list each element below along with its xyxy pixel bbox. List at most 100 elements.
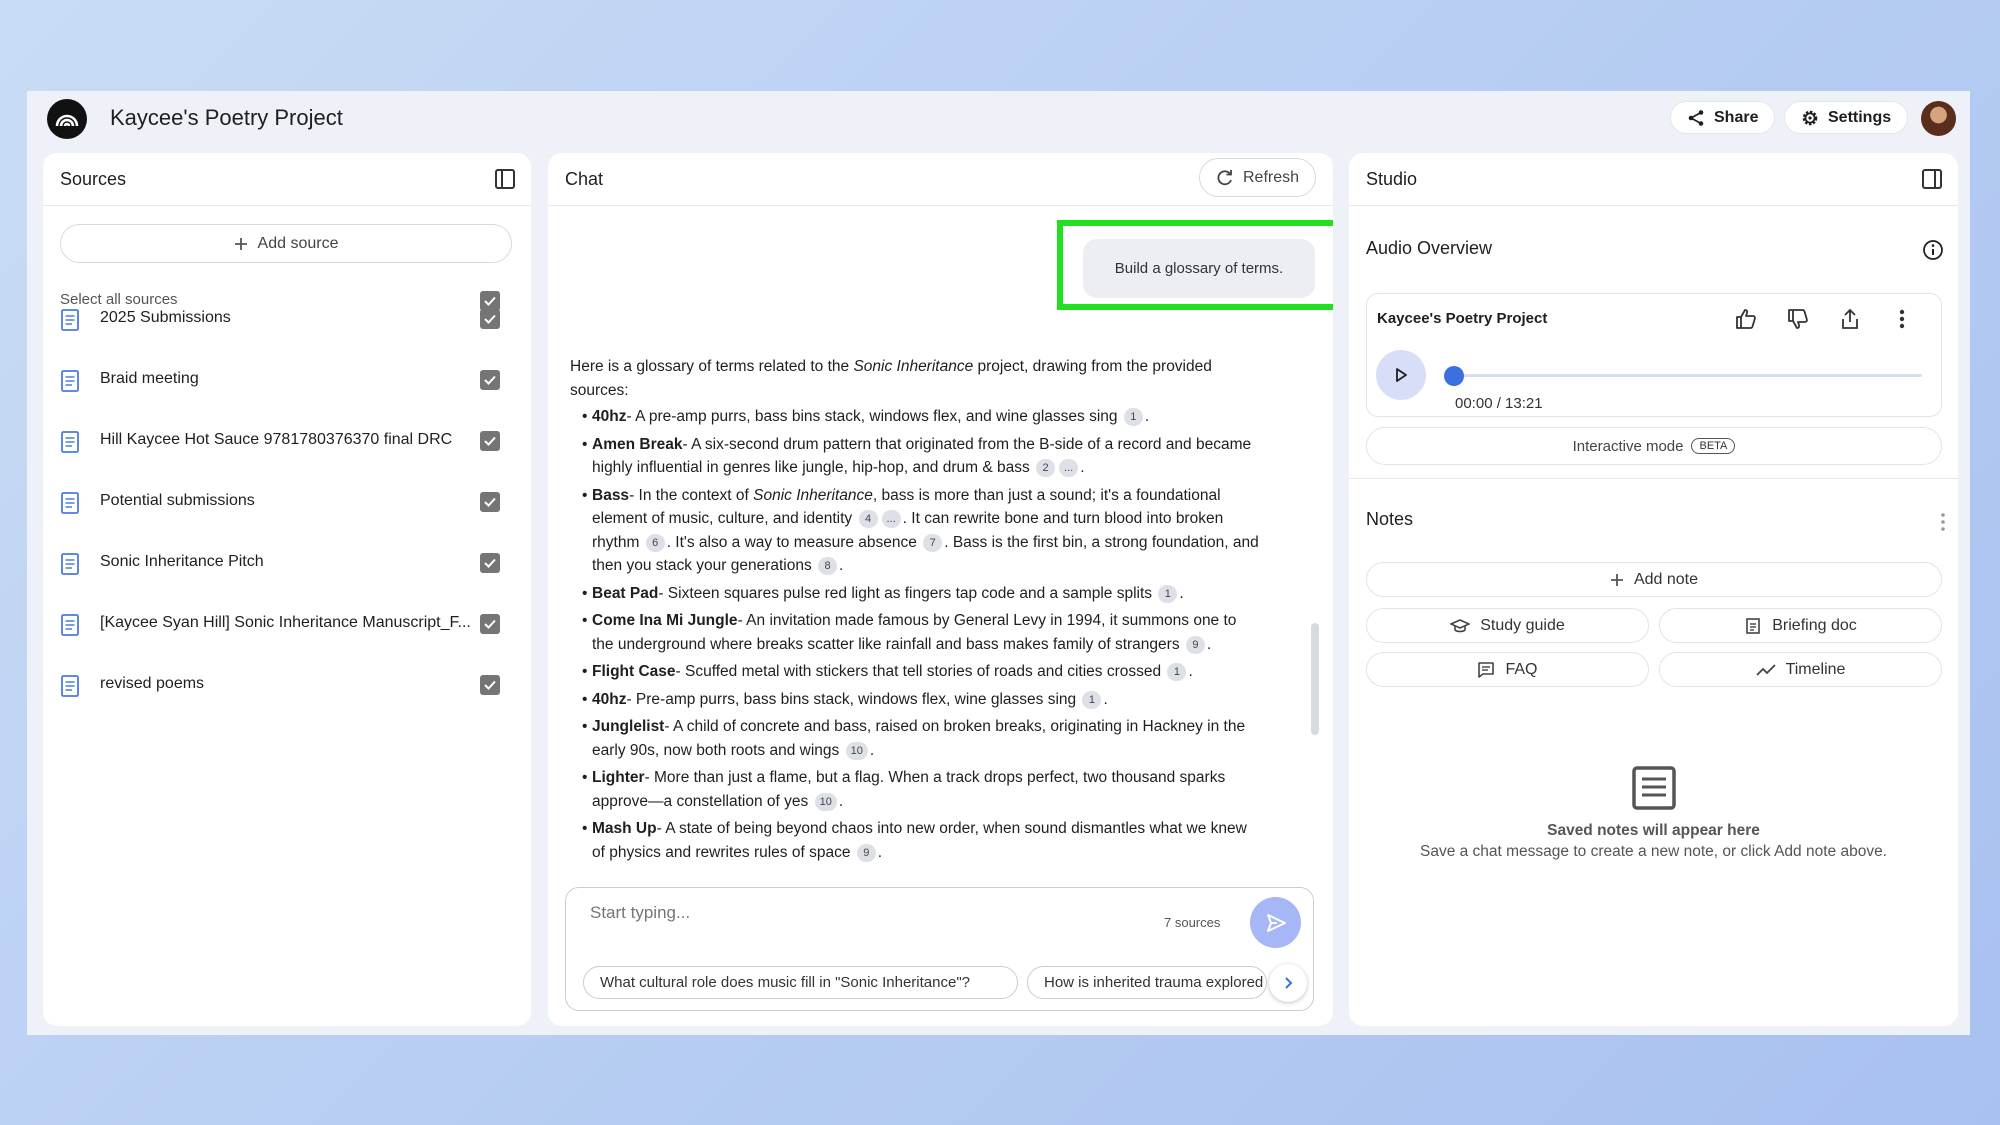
add-note-label: Add note bbox=[1633, 570, 1699, 588]
more-vert-icon[interactable] bbox=[1887, 304, 1917, 334]
assistant-answer: Here is a glossary of terms related to t… bbox=[570, 355, 1260, 883]
sources-count: 7 sources bbox=[1164, 915, 1221, 930]
citation-chip[interactable]: 4 bbox=[858, 510, 878, 528]
notebook-title[interactable]: Kaycee's Poetry Project bbox=[110, 105, 343, 131]
chat-title: Chat bbox=[565, 169, 604, 189]
document-icon bbox=[61, 614, 79, 636]
studio-panel: Studio Audio Overview Kaycee's Poetry Pr… bbox=[1349, 153, 1958, 1026]
citation-chip[interactable]: 9 bbox=[856, 843, 876, 862]
citation-chip[interactable]: 10 bbox=[814, 792, 837, 811]
citation-chip[interactable]: 2 bbox=[1036, 459, 1056, 477]
suggestion-chip[interactable]: What cultural role does music fill in "S… bbox=[583, 966, 1018, 999]
logo-icon[interactable] bbox=[47, 99, 87, 139]
source-checkbox[interactable] bbox=[480, 614, 500, 634]
source-item-label: revised poems bbox=[100, 675, 205, 692]
citation-chip[interactable]: 9 bbox=[1185, 635, 1205, 654]
glossary-item: Amen Break- A six-second drum pattern th… bbox=[570, 433, 1260, 480]
glossary-item: 40hz- A pre-amp purrs, bass bins stack, … bbox=[570, 405, 1260, 429]
source-checkbox[interactable] bbox=[480, 370, 500, 390]
citation-chip[interactable]: 1 bbox=[1167, 663, 1187, 681]
citation-chip[interactable]: 6 bbox=[645, 533, 665, 552]
plus-icon bbox=[234, 237, 247, 250]
source-item-label: Hill Kaycee Hot Sauce 9781780376370 fina… bbox=[100, 431, 453, 448]
source-checkbox[interactable] bbox=[480, 675, 500, 695]
glossary-item: 40hz- Pre-amp purrs, bass bins stack, wi… bbox=[570, 688, 1260, 712]
suggestion-chip[interactable]: How is inherited trauma explored bbox=[1027, 966, 1267, 999]
sources-header: Sources bbox=[43, 153, 531, 206]
source-checkbox[interactable] bbox=[480, 553, 500, 573]
share-icon bbox=[1688, 109, 1704, 126]
refresh-icon bbox=[1217, 169, 1232, 185]
source-checkbox[interactable] bbox=[480, 492, 500, 512]
checkbox-icon bbox=[484, 436, 496, 446]
share-button[interactable]: Share bbox=[1670, 101, 1776, 134]
source-checkbox[interactable] bbox=[480, 431, 500, 451]
more-vert-icon[interactable] bbox=[1928, 507, 1958, 537]
faq-label: FAQ bbox=[1505, 660, 1538, 678]
notes-empty-subtitle: Save a chat message to create a new note… bbox=[1419, 843, 1887, 860]
chat-scrollbar[interactable] bbox=[1311, 623, 1319, 735]
avatar[interactable] bbox=[1921, 101, 1956, 136]
checkbox-icon bbox=[484, 680, 496, 690]
add-note-button[interactable]: Add note bbox=[1366, 562, 1942, 597]
document-icon bbox=[61, 492, 79, 514]
sources-title: Sources bbox=[60, 169, 127, 189]
panel-toggle-icon[interactable] bbox=[490, 164, 520, 194]
timeline-button[interactable]: Timeline bbox=[1659, 652, 1942, 687]
checkbox-icon bbox=[484, 558, 496, 568]
audio-progress-track[interactable] bbox=[1447, 374, 1922, 377]
suggestions-next-button[interactable] bbox=[1269, 964, 1307, 1002]
info-icon[interactable] bbox=[1918, 235, 1948, 265]
source-checkbox[interactable] bbox=[480, 309, 500, 329]
thumbs-down-icon[interactable] bbox=[1783, 304, 1813, 334]
document-icon bbox=[61, 370, 79, 392]
glossary-item: Junglelist- A child of concrete and bass… bbox=[570, 715, 1260, 762]
share-out-icon[interactable] bbox=[1835, 304, 1865, 334]
citation-chip[interactable]: 8 bbox=[818, 557, 838, 575]
sources-panel: Sources Add source Select all sources 20… bbox=[43, 153, 531, 1026]
document-icon bbox=[61, 553, 79, 575]
study-guide-button[interactable]: Study guide bbox=[1366, 608, 1649, 643]
thumbs-up-icon[interactable] bbox=[1731, 304, 1761, 334]
audio-progress-thumb[interactable] bbox=[1444, 366, 1464, 386]
send-button[interactable] bbox=[1250, 897, 1301, 948]
interactive-mode-button[interactable]: Interactive mode BETA bbox=[1366, 427, 1942, 465]
document-icon bbox=[61, 431, 79, 453]
glossary-item: Bass- In the context of Sonic Inheritanc… bbox=[570, 484, 1260, 578]
audio-card-title: Kaycee's Poetry Project bbox=[1377, 310, 1548, 327]
citation-chip[interactable]: ... bbox=[881, 510, 901, 528]
briefing-doc-button[interactable]: Briefing doc bbox=[1659, 608, 1942, 643]
source-item[interactable]: [Kaycee Syan Hill] Sonic Inheritance Man… bbox=[60, 610, 500, 640]
chat-input[interactable] bbox=[590, 903, 1120, 923]
glossary-item: Come Ina Mi Jungle- An invitation made f… bbox=[570, 609, 1260, 656]
source-item[interactable]: Hill Kaycee Hot Sauce 9781780376370 fina… bbox=[60, 427, 500, 457]
timeline-icon bbox=[1755, 663, 1776, 676]
source-item-label: Sonic Inheritance Pitch bbox=[100, 553, 264, 570]
panel-toggle-icon[interactable] bbox=[1917, 164, 1947, 194]
faq-button[interactable]: FAQ bbox=[1366, 652, 1649, 687]
document-icon bbox=[61, 675, 79, 697]
chat-composer: 7 sources What cultural role does music … bbox=[565, 887, 1314, 1011]
settings-button[interactable]: Settings bbox=[1784, 101, 1909, 134]
citation-chip[interactable]: 1 bbox=[1158, 584, 1178, 603]
source-item[interactable]: revised poems bbox=[60, 671, 500, 701]
faq-icon bbox=[1478, 661, 1495, 678]
citation-chip[interactable]: 1 bbox=[1082, 690, 1102, 709]
document-icon bbox=[61, 309, 79, 331]
source-item-label: 2025 Submissions bbox=[100, 309, 231, 326]
refresh-button[interactable]: Refresh bbox=[1199, 158, 1316, 197]
source-item[interactable]: 2025 Submissions bbox=[60, 305, 500, 335]
citation-chip[interactable]: 7 bbox=[923, 533, 943, 552]
answer-intro: Here is a glossary of terms related to t… bbox=[570, 358, 1212, 399]
add-source-button[interactable]: Add source bbox=[60, 224, 512, 263]
citation-chip[interactable]: 1 bbox=[1123, 408, 1143, 426]
play-icon bbox=[1396, 368, 1407, 382]
briefing-doc-label: Briefing doc bbox=[1772, 616, 1857, 634]
studio-title: Studio bbox=[1366, 169, 1418, 189]
citation-chip[interactable]: ... bbox=[1059, 459, 1079, 477]
source-item[interactable]: Sonic Inheritance Pitch bbox=[60, 549, 500, 579]
source-item[interactable]: Braid meeting bbox=[60, 366, 500, 396]
citation-chip[interactable]: 10 bbox=[845, 741, 868, 760]
source-item[interactable]: Potential submissions bbox=[60, 488, 500, 518]
play-button[interactable] bbox=[1376, 350, 1426, 400]
